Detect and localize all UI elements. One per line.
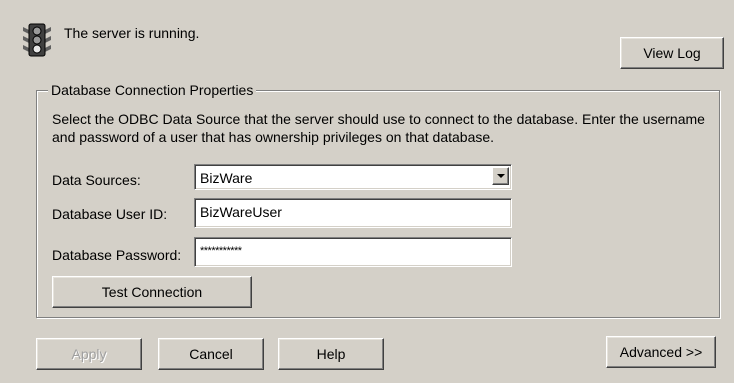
data-sources-value: BizWare <box>200 170 253 186</box>
help-button[interactable]: Help <box>278 338 384 370</box>
password-field[interactable]: *********** <box>194 237 512 267</box>
traffic-light-icon <box>23 22 51 58</box>
user-id-value: BizWareUser <box>200 204 282 220</box>
group-description: Select the ODBC Data Source that the ser… <box>52 111 705 145</box>
advanced-button[interactable]: Advanced >> <box>606 336 716 368</box>
apply-button[interactable]: Apply <box>36 338 142 370</box>
cancel-button[interactable]: Cancel <box>158 338 264 370</box>
user-id-field[interactable]: BizWareUser <box>194 198 512 228</box>
password-label: Database Password: <box>52 247 182 263</box>
data-sources-dropdown[interactable]: BizWare <box>194 164 512 190</box>
chevron-down-icon[interactable] <box>492 167 509 185</box>
group-title: Database Connection Properties <box>48 81 257 99</box>
test-connection-button[interactable]: Test Connection <box>52 276 252 308</box>
data-sources-label: Data Sources: <box>52 172 141 188</box>
password-value: *********** <box>200 245 242 257</box>
user-id-label: Database User ID: <box>52 206 168 222</box>
view-log-button[interactable]: View Log <box>620 37 724 69</box>
server-status-text: The server is running. <box>64 25 200 41</box>
